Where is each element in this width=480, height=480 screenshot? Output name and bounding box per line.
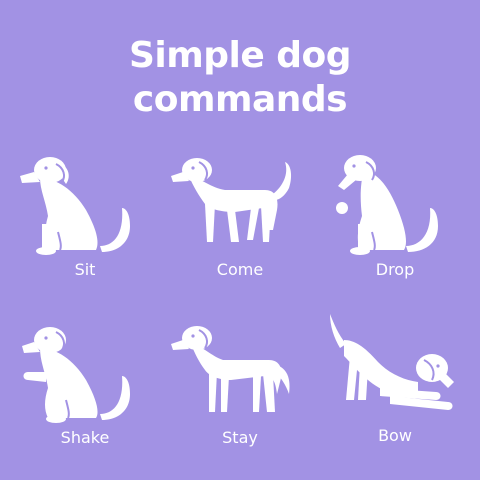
dog-sitting-icon — [20, 157, 130, 255]
dog-standing-icon — [171, 326, 290, 412]
poster: Simple dog commands Sit Come Drop Shake … — [0, 0, 480, 480]
label-bow: Bow — [378, 426, 412, 445]
command-shake: Shake — [10, 318, 160, 448]
label-come: Come — [216, 260, 264, 279]
dog-shake-paw-icon — [22, 327, 130, 423]
dog-walking-icon — [171, 158, 292, 242]
command-bow: Bow — [320, 310, 470, 445]
page-title: Simple dog commands — [0, 34, 480, 122]
label-drop: Drop — [375, 260, 415, 279]
command-come: Come — [165, 150, 315, 280]
title-line-1: Simple dog — [128, 35, 352, 76]
dog-bow-icon — [330, 314, 454, 410]
command-sit: Sit — [10, 150, 160, 280]
dog-drop-ball-icon — [336, 155, 438, 255]
label-sit: Sit — [74, 260, 96, 279]
label-shake: Shake — [60, 428, 110, 447]
command-stay: Stay — [165, 318, 315, 448]
title-line-2: commands — [132, 79, 348, 120]
label-stay: Stay — [222, 428, 258, 447]
command-drop: Drop — [320, 150, 470, 280]
